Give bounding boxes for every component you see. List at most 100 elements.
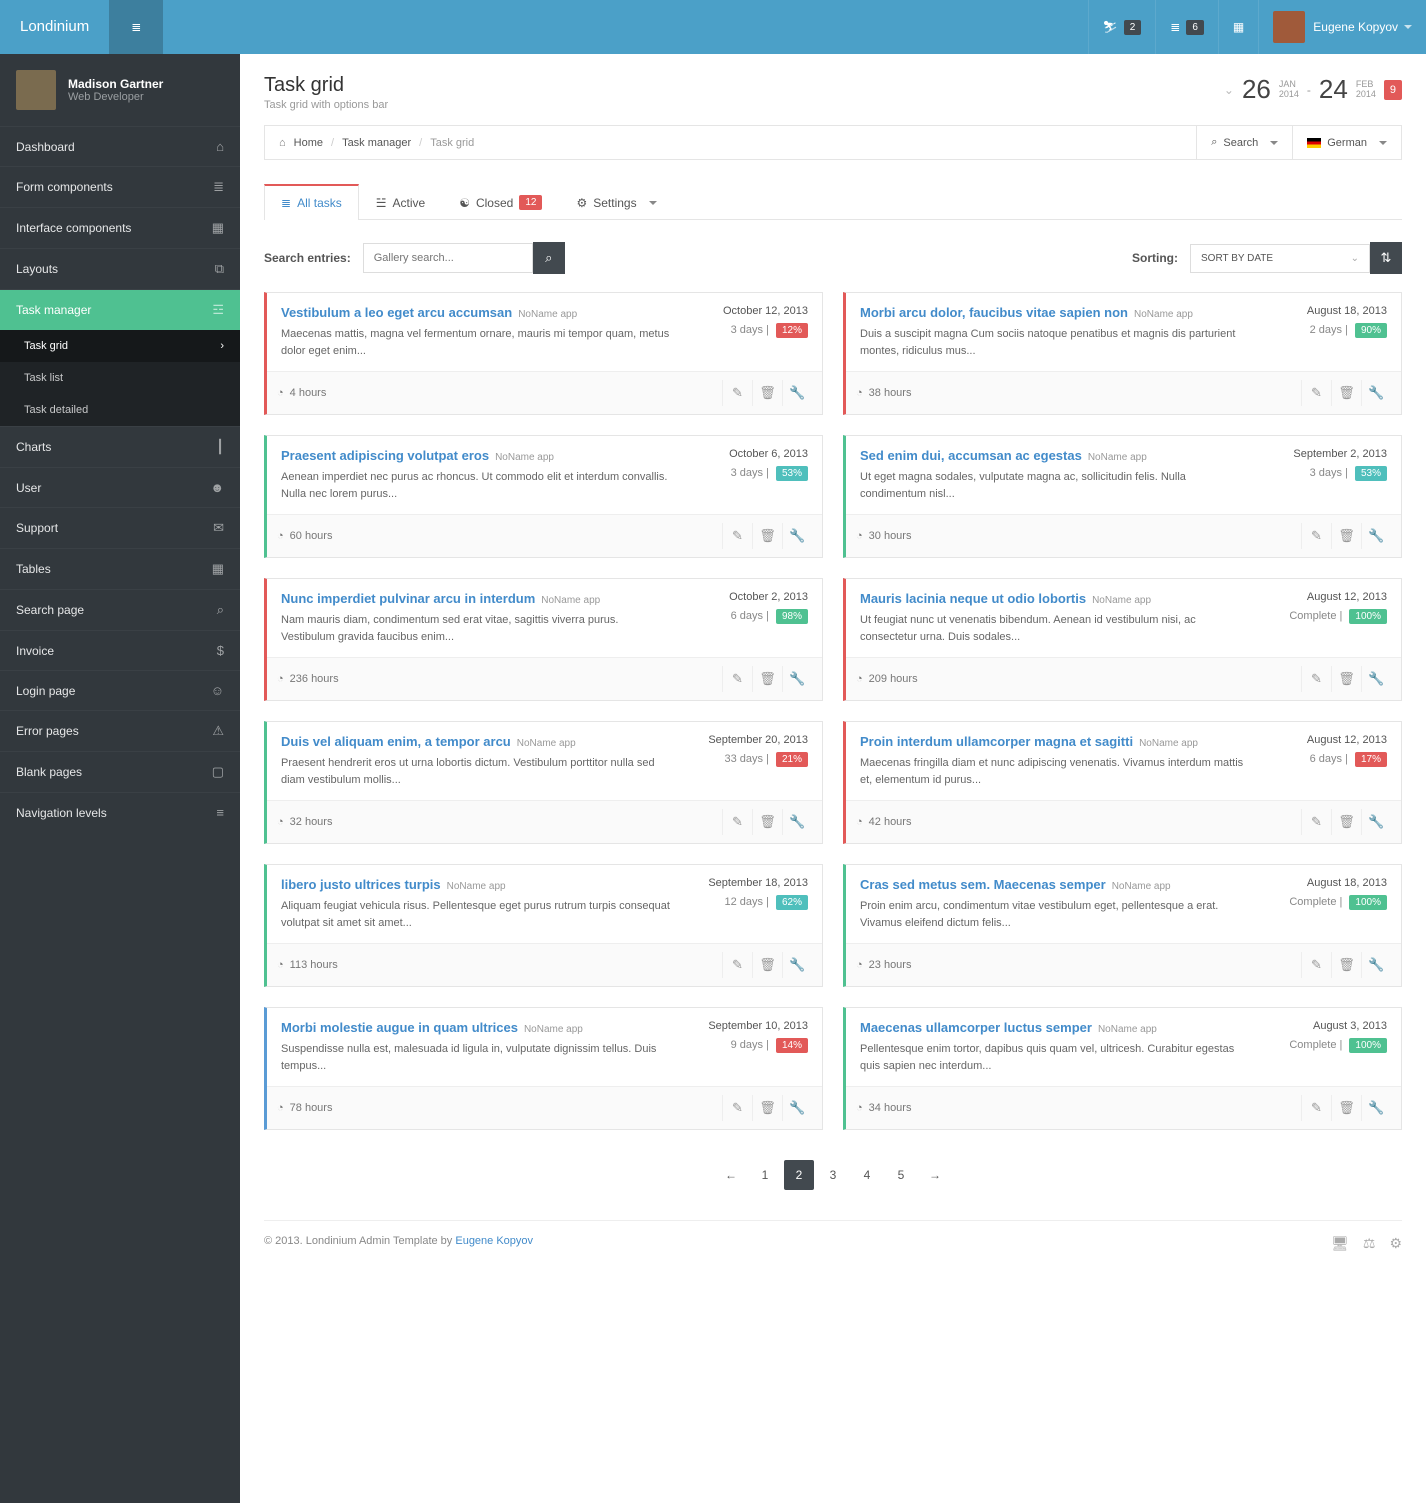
delete-button[interactable]: 🗑 bbox=[1331, 666, 1361, 692]
sidebar-item-login-page[interactable]: Login page☺ bbox=[0, 670, 240, 710]
tab-active[interactable]: ☱ Active bbox=[359, 184, 442, 220]
sort-direction-button[interactable]: ⇅ bbox=[1370, 242, 1402, 274]
task-title-link[interactable]: Mauris lacinia neque ut odio lobortis bbox=[860, 591, 1086, 606]
settings-button[interactable]: 🔧 bbox=[1361, 809, 1391, 835]
page-3[interactable]: 3 bbox=[818, 1160, 848, 1190]
edit-button[interactable]: ✎ bbox=[722, 666, 752, 692]
task-title-link[interactable]: Morbi arcu dolor, faucibus vitae sapien … bbox=[860, 305, 1128, 320]
sidebar-item-tables[interactable]: Tables▦ bbox=[0, 548, 240, 589]
settings-button[interactable]: 🔧 bbox=[1361, 666, 1391, 692]
task-title-link[interactable]: Nunc imperdiet pulvinar arcu in interdum bbox=[281, 591, 535, 606]
brand[interactable]: Londinium bbox=[0, 0, 109, 54]
sidebar-subitem-task-detailed[interactable]: Task detailed bbox=[0, 394, 240, 426]
sidebar-item-blank-pages[interactable]: Blank pages▢ bbox=[0, 751, 240, 792]
edit-button[interactable]: ✎ bbox=[722, 952, 752, 978]
task-title-link[interactable]: Cras sed metus sem. Maecenas semper bbox=[860, 877, 1106, 892]
delete-button[interactable]: 🗑 bbox=[752, 666, 782, 692]
nav-apps[interactable]: ▦ bbox=[1218, 0, 1258, 54]
sidebar-item-dashboard[interactable]: Dashboard⌂ bbox=[0, 126, 240, 166]
gear-icon[interactable]: ⚙ bbox=[1389, 1235, 1402, 1252]
home-icon: ⌂ bbox=[279, 137, 286, 149]
task-title-link[interactable]: Sed enim dui, accumsan ac egestas bbox=[860, 448, 1082, 463]
crumb-task-manager[interactable]: Task manager bbox=[342, 137, 411, 149]
search-input[interactable] bbox=[363, 243, 533, 273]
delete-button[interactable]: 🗑 bbox=[752, 809, 782, 835]
sidebar-item-layouts[interactable]: Layouts⧉ bbox=[0, 248, 240, 289]
page-1[interactable]: 1 bbox=[750, 1160, 780, 1190]
tab-closed[interactable]: ☯ Closed 12 bbox=[442, 184, 559, 220]
settings-button[interactable]: 🔧 bbox=[782, 666, 812, 692]
sidebar-item-support[interactable]: Support✉ bbox=[0, 507, 240, 548]
page-4[interactable]: 4 bbox=[852, 1160, 882, 1190]
delete-button[interactable]: 🗑 bbox=[752, 523, 782, 549]
settings-button[interactable]: 🔧 bbox=[1361, 952, 1391, 978]
settings-button[interactable]: 🔧 bbox=[1361, 523, 1391, 549]
page-5[interactable]: 5 bbox=[886, 1160, 916, 1190]
delete-button[interactable]: 🗑 bbox=[1331, 380, 1361, 406]
scales-icon[interactable]: ⚖ bbox=[1363, 1235, 1376, 1252]
breadcrumb-language[interactable]: German bbox=[1292, 126, 1401, 159]
edit-button[interactable]: ✎ bbox=[722, 380, 752, 406]
edit-button[interactable]: ✎ bbox=[722, 809, 752, 835]
sidebar-item-user[interactable]: User☻ bbox=[0, 467, 240, 507]
search-button[interactable]: ⌕ bbox=[533, 242, 565, 274]
page-next[interactable]: → bbox=[920, 1160, 950, 1190]
settings-button[interactable]: 🔧 bbox=[782, 952, 812, 978]
settings-button[interactable]: 🔧 bbox=[1361, 1095, 1391, 1121]
nav-user-menu[interactable]: Eugene Kopyov bbox=[1258, 0, 1426, 54]
task-title-link[interactable]: Proin interdum ullamcorper magna et sagi… bbox=[860, 734, 1133, 749]
settings-button[interactable]: 🔧 bbox=[782, 523, 812, 549]
delete-button[interactable]: 🗑 bbox=[752, 1095, 782, 1121]
tab-settings[interactable]: ⚙ Settings bbox=[559, 184, 673, 220]
edit-button[interactable]: ✎ bbox=[1301, 523, 1331, 549]
sidebar-toggle[interactable]: ≣ bbox=[109, 0, 163, 54]
edit-button[interactable]: ✎ bbox=[1301, 380, 1331, 406]
sidebar-profile[interactable]: Madison Gartner Web Developer bbox=[0, 54, 240, 126]
edit-button[interactable]: ✎ bbox=[1301, 952, 1331, 978]
monitor-icon[interactable]: 🖥 bbox=[1331, 1235, 1349, 1252]
breadcrumb-search[interactable]: ⌕ Search bbox=[1196, 126, 1292, 159]
task-title-link[interactable]: Vestibulum a leo eget arcu accumsan bbox=[281, 305, 512, 320]
task-title-link[interactable]: Duis vel aliquam enim, a tempor arcu bbox=[281, 734, 511, 749]
task-title-link[interactable]: libero justo ultrices turpis bbox=[281, 877, 441, 892]
sidebar-item-invoice[interactable]: Invoice$ bbox=[0, 630, 240, 670]
sort-select[interactable]: SORT BY DATE ⌄ bbox=[1190, 244, 1370, 273]
sidebar-item-task-manager[interactable]: Task manager☲ bbox=[0, 289, 240, 330]
clock-icon: ◔ bbox=[856, 387, 863, 399]
sidebar-item-navigation-levels[interactable]: Navigation levels≡ bbox=[0, 792, 240, 832]
delete-button[interactable]: 🗑 bbox=[1331, 952, 1361, 978]
task-app: NoName app bbox=[1092, 595, 1151, 606]
tab-all-tasks[interactable]: ≣ All tasks bbox=[264, 184, 359, 220]
sidebar-item-search-page[interactable]: Search page⌕ bbox=[0, 589, 240, 630]
edit-button[interactable]: ✎ bbox=[722, 1095, 752, 1121]
delete-button[interactable]: 🗑 bbox=[752, 380, 782, 406]
sidebar-subitem-task-list[interactable]: Task list bbox=[0, 362, 240, 394]
edit-button[interactable]: ✎ bbox=[1301, 809, 1331, 835]
page-2[interactable]: 2 bbox=[784, 1160, 814, 1190]
sidebar-item-form-components[interactable]: Form components≣ bbox=[0, 166, 240, 207]
sidebar-item-error-pages[interactable]: Error pages⚠ bbox=[0, 710, 240, 751]
delete-button[interactable]: 🗑 bbox=[1331, 809, 1361, 835]
edit-button[interactable]: ✎ bbox=[722, 523, 752, 549]
settings-button[interactable]: 🔧 bbox=[1361, 380, 1391, 406]
nav-lists[interactable]: ≣ 6 bbox=[1155, 0, 1218, 54]
delete-button[interactable]: 🗑 bbox=[1331, 523, 1361, 549]
crumb-home[interactable]: Home bbox=[294, 137, 323, 149]
sidebar-item-charts[interactable]: Charts┃ bbox=[0, 426, 240, 467]
nav-people[interactable]: ⛷ 2 bbox=[1088, 0, 1156, 54]
footer-author-link[interactable]: Eugene Kopyov bbox=[455, 1235, 533, 1247]
settings-button[interactable]: 🔧 bbox=[782, 809, 812, 835]
delete-button[interactable]: 🗑 bbox=[1331, 1095, 1361, 1121]
task-title-link[interactable]: Maecenas ullamcorper luctus semper bbox=[860, 1020, 1092, 1035]
settings-button[interactable]: 🔧 bbox=[782, 1095, 812, 1121]
edit-button[interactable]: ✎ bbox=[1301, 666, 1331, 692]
sidebar-item-interface-components[interactable]: Interface components▦ bbox=[0, 207, 240, 248]
task-title-link[interactable]: Praesent adipiscing volutpat eros bbox=[281, 448, 489, 463]
sidebar-subitem-task-grid[interactable]: Task grid› bbox=[0, 330, 240, 362]
task-title-link[interactable]: Morbi molestie augue in quam ultrices bbox=[281, 1020, 518, 1035]
page-prev[interactable]: ← bbox=[716, 1160, 746, 1190]
date-range[interactable]: ⌄ 26 Jan2014 - 24 Feb2014 9 bbox=[1224, 74, 1402, 105]
delete-button[interactable]: 🗑 bbox=[752, 952, 782, 978]
edit-button[interactable]: ✎ bbox=[1301, 1095, 1331, 1121]
settings-button[interactable]: 🔧 bbox=[782, 380, 812, 406]
